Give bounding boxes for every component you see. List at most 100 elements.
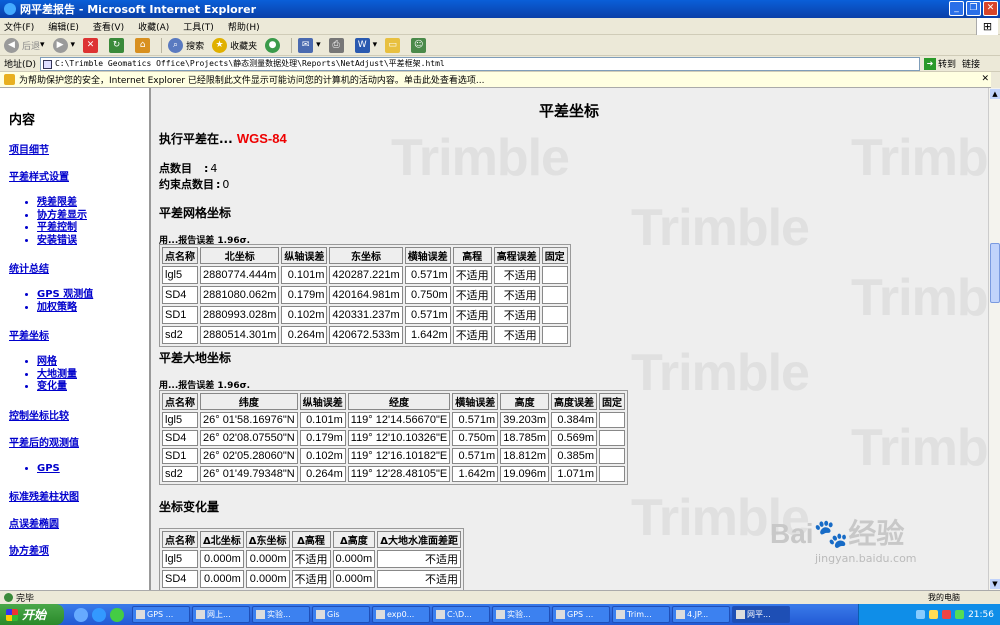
grid-coordinates-table: 点名称 北坐标 纵轴误差 东坐标 横轴误差 高程 高程误差 固定 lgl5 2880774.44… — [159, 244, 571, 347]
taskbar-task-button[interactable]: exp0... — [372, 606, 430, 623]
network-icon[interactable] — [916, 610, 926, 619]
delta-cell: 不适用 — [291, 550, 331, 568]
task-label: exp0... — [387, 610, 415, 619]
security-icon[interactable] — [942, 610, 952, 619]
start-button[interactable]: 开始 — [0, 604, 64, 625]
nav-adjusted-coordinates[interactable]: 平差坐标 — [9, 327, 149, 342]
nav-gps-observations[interactable]: GPS 观测值 — [37, 289, 149, 302]
research-button[interactable]: ☺ — [411, 37, 429, 53]
taskbar-task-button[interactable]: GPS ... — [552, 606, 610, 623]
grid-cell: 不适用 — [452, 306, 492, 324]
quicklaunch-ie-icon[interactable] — [92, 607, 106, 622]
nav-covariance-display[interactable]: 协方差显示 — [37, 210, 149, 223]
search-button[interactable]: ⌕ 搜索 — [168, 37, 204, 53]
menu-help[interactable]: 帮助(H) — [228, 20, 260, 33]
nav-weighting-strategy[interactable]: 加权策略 — [37, 302, 149, 315]
nav-control-comparison[interactable]: 控制坐标比较 — [9, 407, 149, 422]
infobar-close-icon[interactable]: ✕ — [981, 74, 989, 84]
volume-icon[interactable] — [929, 610, 939, 619]
windows-logo-icon: ⊞ — [976, 18, 998, 35]
home-button[interactable]: ⌂ — [135, 37, 153, 53]
geodetic-cell: 0.264m — [299, 466, 346, 482]
star-icon: ★ — [212, 37, 228, 53]
nav-covariance-terms[interactable]: 协方差项 — [9, 542, 149, 557]
discuss-button[interactable]: ▭ — [385, 37, 403, 53]
window-titlebar[interactable]: 网平差报告 - Microsoft Internet Explorer _ ❐ … — [0, 0, 1000, 18]
geodetic-cell: 119° 12'28.48105"E — [347, 466, 451, 482]
geodetic-cell — [599, 448, 626, 464]
menu-view[interactable]: 查看(V) — [93, 20, 124, 33]
windows-flag-icon — [6, 608, 18, 621]
stop-icon: ✕ — [83, 37, 99, 53]
menu-file[interactable]: 文件(F) — [4, 20, 34, 33]
folder-icon: ▭ — [385, 37, 401, 53]
grid-row: SD1 2880993.028m 0.102m 420331.237m 0.571m 不适… — [162, 306, 568, 324]
forward-button[interactable]: ▶ ▾ — [52, 37, 75, 53]
nav-adjustment-style[interactable]: 平差样式设置 — [9, 168, 149, 183]
print-button[interactable]: ⎙ — [328, 37, 347, 53]
taskbar: 开始 GPS ... 网上... 实验... Gis exp0... C:\D... 实验.… — [0, 604, 1000, 625]
nav-statistics-summary[interactable]: 统计总结 — [9, 260, 149, 275]
nav-adjustment-control[interactable]: 平差控制 — [37, 222, 149, 235]
nav-geodetic[interactable]: 大地测量 — [37, 369, 149, 382]
menu-favorites[interactable]: 收藏(A) — [138, 20, 169, 33]
grid-header-cell: 固定 — [541, 247, 568, 264]
scroll-down-icon[interactable]: ▼ — [990, 579, 1000, 589]
nav-setup-errors[interactable]: 安装错误 — [37, 235, 149, 248]
taskbar-task-button[interactable]: 网平... — [732, 606, 790, 623]
nav-residual-histogram[interactable]: 标准残差柱状图 — [9, 488, 149, 503]
links-button[interactable]: 链接 — [962, 57, 980, 70]
geodetic-cell: 26° 02'05.28060"N — [200, 448, 298, 464]
address-input[interactable]: C:\Trimble Geomatics Office\Projects\静态测… — [39, 56, 920, 71]
favorites-button[interactable]: ★ 收藏夹 — [212, 37, 257, 53]
grid-cell: 不适用 — [452, 326, 492, 344]
window-title: 网平差报告 - Microsoft Internet Explorer — [20, 3, 256, 16]
quicklaunch-desktop-icon[interactable] — [74, 607, 88, 622]
grid-cell: SD4 — [162, 286, 198, 304]
menu-edit[interactable]: 编辑(E) — [48, 20, 79, 33]
task-label: C:\D... — [447, 610, 472, 619]
nav-deltas[interactable]: 变化量 — [37, 381, 149, 394]
mail-button[interactable]: ✉ ▾ — [298, 37, 321, 53]
grid-cell: 420164.981m — [329, 286, 403, 304]
taskbar-task-button[interactable]: C:\D... — [432, 606, 490, 623]
stop-button[interactable]: ✕ — [83, 37, 101, 53]
nav-residual-tolerance[interactable]: 残差限差 — [37, 197, 149, 210]
menu-tools[interactable]: 工具(T) — [183, 20, 214, 33]
security-infobar[interactable]: 为帮助保护您的安全，Internet Explorer 已经限制此文件显示可能访… — [0, 72, 991, 88]
geodetic-cell — [599, 466, 626, 482]
nav-adjusted-observations[interactable]: 平差后的观测值 — [9, 434, 149, 449]
taskbar-task-button[interactable]: 实验... — [492, 606, 550, 623]
taskbar-task-button[interactable]: Gis — [312, 606, 370, 623]
delta-cell: 不适用 — [377, 570, 461, 588]
trimble-watermark: Trimble — [851, 419, 988, 477]
scrollbar-thumb[interactable] — [990, 243, 1000, 303]
edit-button[interactable]: W ▾ — [354, 37, 377, 53]
taskbar-task-button[interactable]: 4.JP... — [672, 606, 730, 623]
nav-gps[interactable]: GPS — [37, 463, 149, 476]
trimble-watermark: Trimble — [851, 269, 988, 327]
refresh-button[interactable]: ↻ — [109, 37, 127, 53]
nav-error-ellipses[interactable]: 点误差椭圆 — [9, 515, 149, 530]
nav-grid[interactable]: 网格 — [37, 356, 149, 369]
taskbar-task-button[interactable]: Trim... — [612, 606, 670, 623]
back-button[interactable]: ◀ 后退 ▾ — [4, 37, 45, 53]
grid-cell: SD1 — [162, 306, 198, 324]
quicklaunch-media-icon[interactable] — [110, 607, 124, 622]
vertical-scrollbar[interactable]: ▲ ▼ — [988, 88, 1000, 590]
minimize-button[interactable]: _ — [949, 1, 964, 16]
grid-cell — [541, 266, 568, 284]
nav-project-details[interactable]: 项目细节 — [9, 141, 149, 156]
maximize-button[interactable]: ❐ — [966, 1, 981, 16]
close-button[interactable]: ✕ — [983, 1, 998, 16]
go-button[interactable]: ➜ 转到 — [923, 57, 956, 70]
coordinate-delta-table: 点名称 Δ北坐标 Δ东坐标 Δ高程 Δ高度 Δ大地水准面差距 lgl5 0.000m 0.00… — [159, 528, 464, 590]
taskbar-task-button[interactable]: 实验... — [252, 606, 310, 623]
media-button[interactable]: ● — [265, 37, 283, 53]
grid-cell: 0.750m — [404, 286, 451, 304]
taskbar-task-button[interactable]: GPS ... — [132, 606, 190, 623]
geodetic-cell: 18.812m — [500, 448, 550, 464]
scroll-up-icon[interactable]: ▲ — [990, 89, 1000, 99]
update-icon[interactable] — [955, 610, 965, 619]
taskbar-task-button[interactable]: 网上... — [192, 606, 250, 623]
